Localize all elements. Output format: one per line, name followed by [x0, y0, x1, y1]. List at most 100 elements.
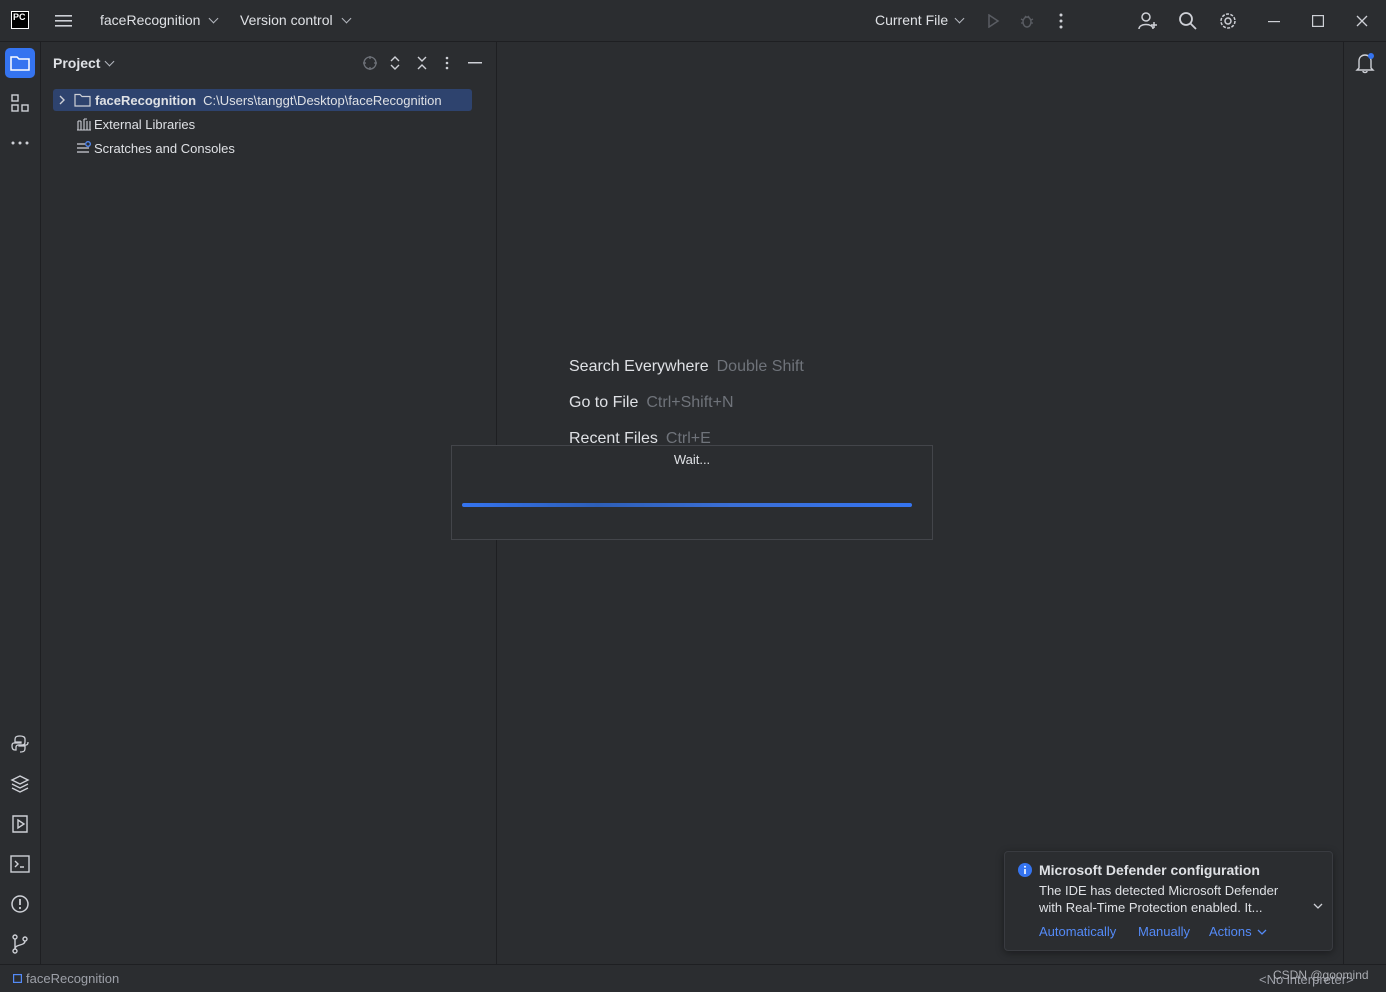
settings-button[interactable]: [1215, 8, 1241, 34]
tree-item-path: C:\Users\tanggt\Desktop\faceRecognition: [203, 92, 442, 108]
close-icon: [1356, 15, 1368, 27]
services-button[interactable]: [5, 809, 35, 839]
defender-notification: Microsoft Defender configuration The IDE…: [1004, 851, 1333, 951]
services-play-icon: [12, 815, 28, 833]
module-icon: [13, 974, 22, 983]
hint-go-to-file: Go to File Ctrl+Shift+N: [569, 394, 734, 412]
expand-icon: [390, 56, 400, 70]
more-vertical-icon: [1059, 13, 1063, 29]
chevron-down-icon: [105, 56, 115, 66]
tree-item-label: Scratches and Consoles: [94, 140, 235, 156]
wait-dialog: Wait...: [451, 445, 933, 540]
tree-item-external-libraries[interactable]: External Libraries: [53, 113, 195, 135]
maximize-window-button[interactable]: [1305, 8, 1331, 34]
expand-notification-button[interactable]: [1313, 902, 1323, 910]
library-icon: [77, 118, 91, 131]
chevron-down-icon: [954, 13, 965, 23]
minimize-icon: [1268, 21, 1280, 23]
git-button[interactable]: [5, 929, 35, 959]
chevron-down-icon: [1257, 929, 1267, 935]
project-panel-title: Project: [53, 55, 101, 71]
python-packages-button[interactable]: [5, 769, 35, 799]
more-horizontal-icon: [11, 141, 29, 145]
hide-panel-button[interactable]: [468, 55, 482, 71]
close-window-button[interactable]: [1349, 8, 1375, 34]
version-control-menu[interactable]: Version control: [240, 12, 352, 28]
play-icon: [988, 14, 1000, 28]
hint-shortcut: Double Shift: [716, 358, 804, 375]
python-console-button[interactable]: [5, 729, 35, 759]
notification-body-line2: with Real-Time Protection enabled. It...: [1039, 900, 1263, 915]
info-icon: [1018, 863, 1032, 877]
run-button[interactable]: [980, 8, 1006, 34]
more-actions-button[interactable]: [1048, 8, 1074, 34]
app-logo-icon[interactable]: PC: [11, 11, 29, 29]
hint-shortcut: Ctrl+Shift+N: [646, 394, 734, 411]
debug-button[interactable]: [1014, 8, 1040, 34]
project-tool-button[interactable]: [5, 48, 35, 78]
project-selector[interactable]: faceRecognition: [100, 12, 219, 28]
project-view-selector[interactable]: Project: [53, 55, 115, 71]
bell-icon: [1355, 53, 1375, 74]
project-tool-window: Project faceRecognition C:\Users\tanggt\…: [41, 42, 497, 964]
tree-item-label: External Libraries: [94, 116, 196, 132]
folder-icon: [74, 93, 91, 107]
wait-text: Wait...: [673, 452, 711, 467]
actions-label: Actions: [1209, 924, 1252, 939]
right-tool-stripe: [1343, 42, 1386, 964]
terminal-icon: [10, 855, 30, 873]
expand-all-button[interactable]: [389, 55, 401, 71]
notification-title: Microsoft Defender configuration: [1039, 862, 1260, 878]
add-user-icon: [1138, 12, 1157, 30]
action-automatically[interactable]: Automatically: [1039, 924, 1116, 939]
structure-icon: [11, 94, 29, 112]
version-control-label: Version control: [240, 12, 333, 28]
status-bar: faceRecognition <No interpreter> CSDN @g…: [0, 964, 1386, 992]
git-branch-icon: [12, 934, 28, 954]
main-menu-button[interactable]: [51, 8, 77, 34]
run-config-selector[interactable]: Current File: [875, 12, 965, 28]
project-options-button[interactable]: [445, 55, 449, 71]
run-config-label: Current File: [875, 12, 949, 28]
search-button[interactable]: [1175, 8, 1201, 34]
status-project-name: faceRecognition: [26, 971, 120, 986]
warning-circle-icon: [11, 895, 29, 913]
select-opened-file-button[interactable]: [362, 55, 378, 71]
code-with-me-button[interactable]: [1135, 8, 1161, 34]
notifications-button[interactable]: [1354, 52, 1376, 74]
title-bar: PC faceRecognition Version control Curre…: [0, 0, 1386, 42]
more-vertical-icon: [445, 56, 449, 70]
action-manually[interactable]: Manually: [1138, 924, 1190, 939]
chevron-down-icon: [208, 13, 219, 23]
search-icon: [1179, 12, 1197, 30]
more-tools-button[interactable]: [5, 128, 35, 158]
minimize-icon: [468, 62, 482, 64]
layers-icon: [10, 775, 30, 793]
minimize-window-button[interactable]: [1261, 8, 1287, 34]
hint-label: Go to File: [569, 394, 639, 411]
gear-icon: [1220, 13, 1236, 29]
target-icon: [363, 56, 377, 70]
collapse-all-button[interactable]: [416, 55, 428, 71]
hamburger-icon: [55, 15, 72, 27]
chevron-down-icon: [1313, 903, 1323, 909]
progress-bar: [462, 503, 912, 507]
action-more-actions[interactable]: Actions: [1209, 924, 1267, 939]
maximize-icon: [1312, 15, 1324, 27]
project-name: faceRecognition: [100, 12, 201, 28]
terminal-button[interactable]: [5, 849, 35, 879]
folder-icon: [10, 56, 30, 71]
tree-item-scratches[interactable]: Scratches and Consoles: [53, 137, 235, 159]
hint-search-everywhere: Search Everywhere Double Shift: [569, 358, 804, 376]
tree-item-label: faceRecognition: [95, 92, 197, 108]
watermark-text: CSDN @goomind: [1273, 968, 1369, 982]
scratches-icon: [77, 141, 91, 153]
chevron-down-icon: [341, 13, 352, 23]
structure-tool-button[interactable]: [5, 88, 35, 118]
status-project-breadcrumb[interactable]: faceRecognition: [13, 971, 119, 986]
collapse-icon: [417, 56, 427, 70]
tree-item-project-root[interactable]: faceRecognition C:\Users\tanggt\Desktop\…: [53, 89, 472, 111]
chevron-right-icon: [59, 95, 65, 105]
hint-label: Search Everywhere: [569, 358, 709, 375]
problems-button[interactable]: [5, 889, 35, 919]
